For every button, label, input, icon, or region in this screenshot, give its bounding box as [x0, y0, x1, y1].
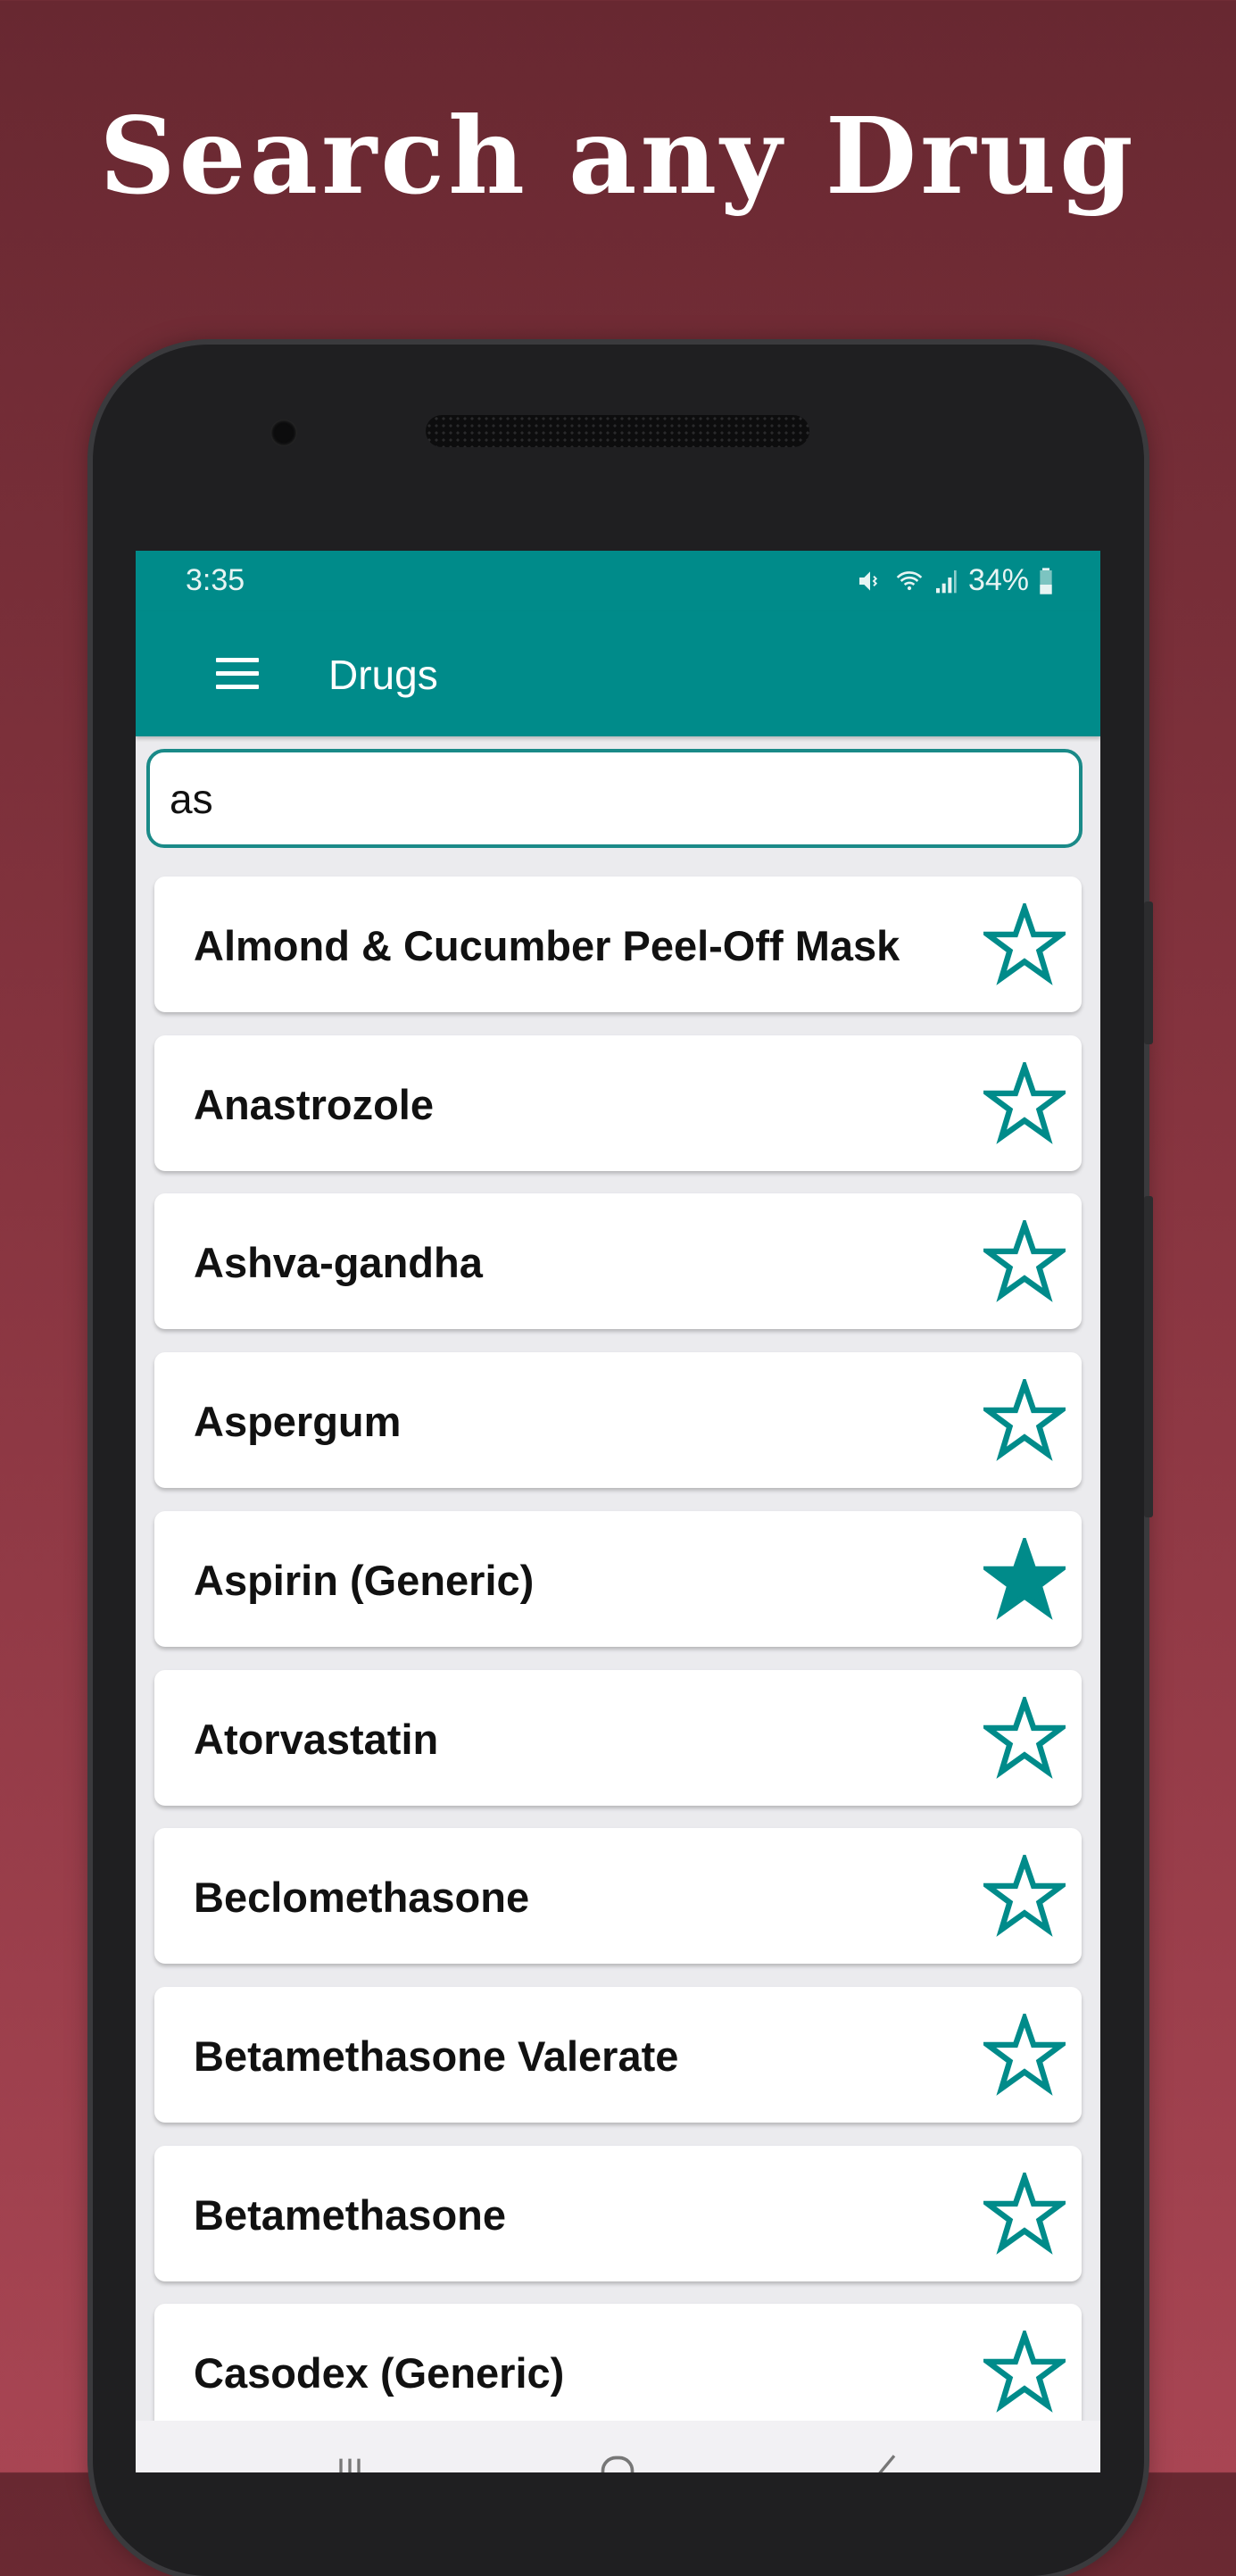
battery-icon [1040, 567, 1052, 594]
status-time: 3:35 [186, 563, 245, 597]
star-filled-icon[interactable] [983, 1537, 1066, 1620]
drug-list-item[interactable]: Betamethasone [154, 2145, 1082, 2281]
drug-list-item[interactable]: Almond & Cucumber Peel-Off Mask [154, 877, 1082, 1012]
star-outline-icon[interactable] [983, 2172, 1066, 2255]
app-toolbar: Drugs [136, 611, 1100, 736]
star-outline-icon[interactable] [983, 1220, 1066, 1303]
power-button [1144, 1196, 1153, 1517]
drug-list-item[interactable]: Beclomethasone [154, 1828, 1082, 1965]
hamburger-menu-icon[interactable] [216, 658, 259, 690]
drug-list-item[interactable]: Betamethasone Valerate [154, 1986, 1082, 2123]
signal-icon [935, 569, 957, 593]
drug-list-item[interactable]: Ashva-gandha [154, 1193, 1082, 1330]
drug-name: Atorvastatin [194, 1715, 439, 1763]
star-outline-icon[interactable] [983, 1696, 1066, 1779]
star-outline-icon[interactable] [983, 1855, 1066, 1938]
home-icon[interactable] [598, 2453, 637, 2472]
volume-button [1144, 902, 1153, 1044]
front-camera [270, 420, 297, 446]
promo-headline: Search any Drug [99, 94, 1137, 218]
back-icon[interactable] [867, 2453, 903, 2472]
drug-name: Betamethasone [194, 2190, 506, 2239]
drug-name: Ashva-gandha [194, 1239, 483, 1287]
drug-name: Anastrozole [194, 1080, 434, 1128]
wifi-icon [896, 570, 923, 590]
drug-name: Betamethasone Valerate [194, 2032, 679, 2080]
status-bar: 3:35 34% [136, 551, 1100, 611]
drug-name: Casodex (Generic) [194, 2349, 565, 2397]
star-outline-icon[interactable] [983, 1061, 1066, 1144]
drug-name: Beclomethasone [194, 1874, 530, 1922]
drug-list-item[interactable]: Aspirin (Generic) [154, 1510, 1082, 1647]
star-outline-icon[interactable] [983, 2331, 1066, 2414]
drug-name: Almond & Cucumber Peel-Off Mask [194, 922, 900, 969]
app-screen: 3:35 34% Drugs Almond & Cucumber Peel-Of… [136, 551, 1100, 2472]
battery-percent: 34% [967, 563, 1029, 597]
drug-name: Aspirin (Generic) [194, 1556, 535, 1604]
toolbar-title: Drugs [328, 652, 438, 698]
drug-list-item[interactable]: Casodex (Generic) [154, 2304, 1082, 2440]
star-outline-icon[interactable] [983, 2013, 1066, 2096]
search-input[interactable] [146, 749, 1083, 848]
drug-list-item[interactable]: Anastrozole [154, 1035, 1082, 1171]
star-outline-icon[interactable] [983, 903, 1066, 985]
drug-name: Aspergum [194, 1398, 402, 1446]
drug-list-item[interactable]: Aspergum [154, 1352, 1082, 1489]
star-outline-icon[interactable] [983, 1379, 1066, 1461]
drug-list-item[interactable]: Atorvastatin [154, 1669, 1082, 1806]
mute-icon [859, 570, 878, 591]
system-nav-bar [136, 2421, 1100, 2472]
earpiece-speaker [426, 415, 809, 447]
recents-icon[interactable] [332, 2453, 368, 2472]
